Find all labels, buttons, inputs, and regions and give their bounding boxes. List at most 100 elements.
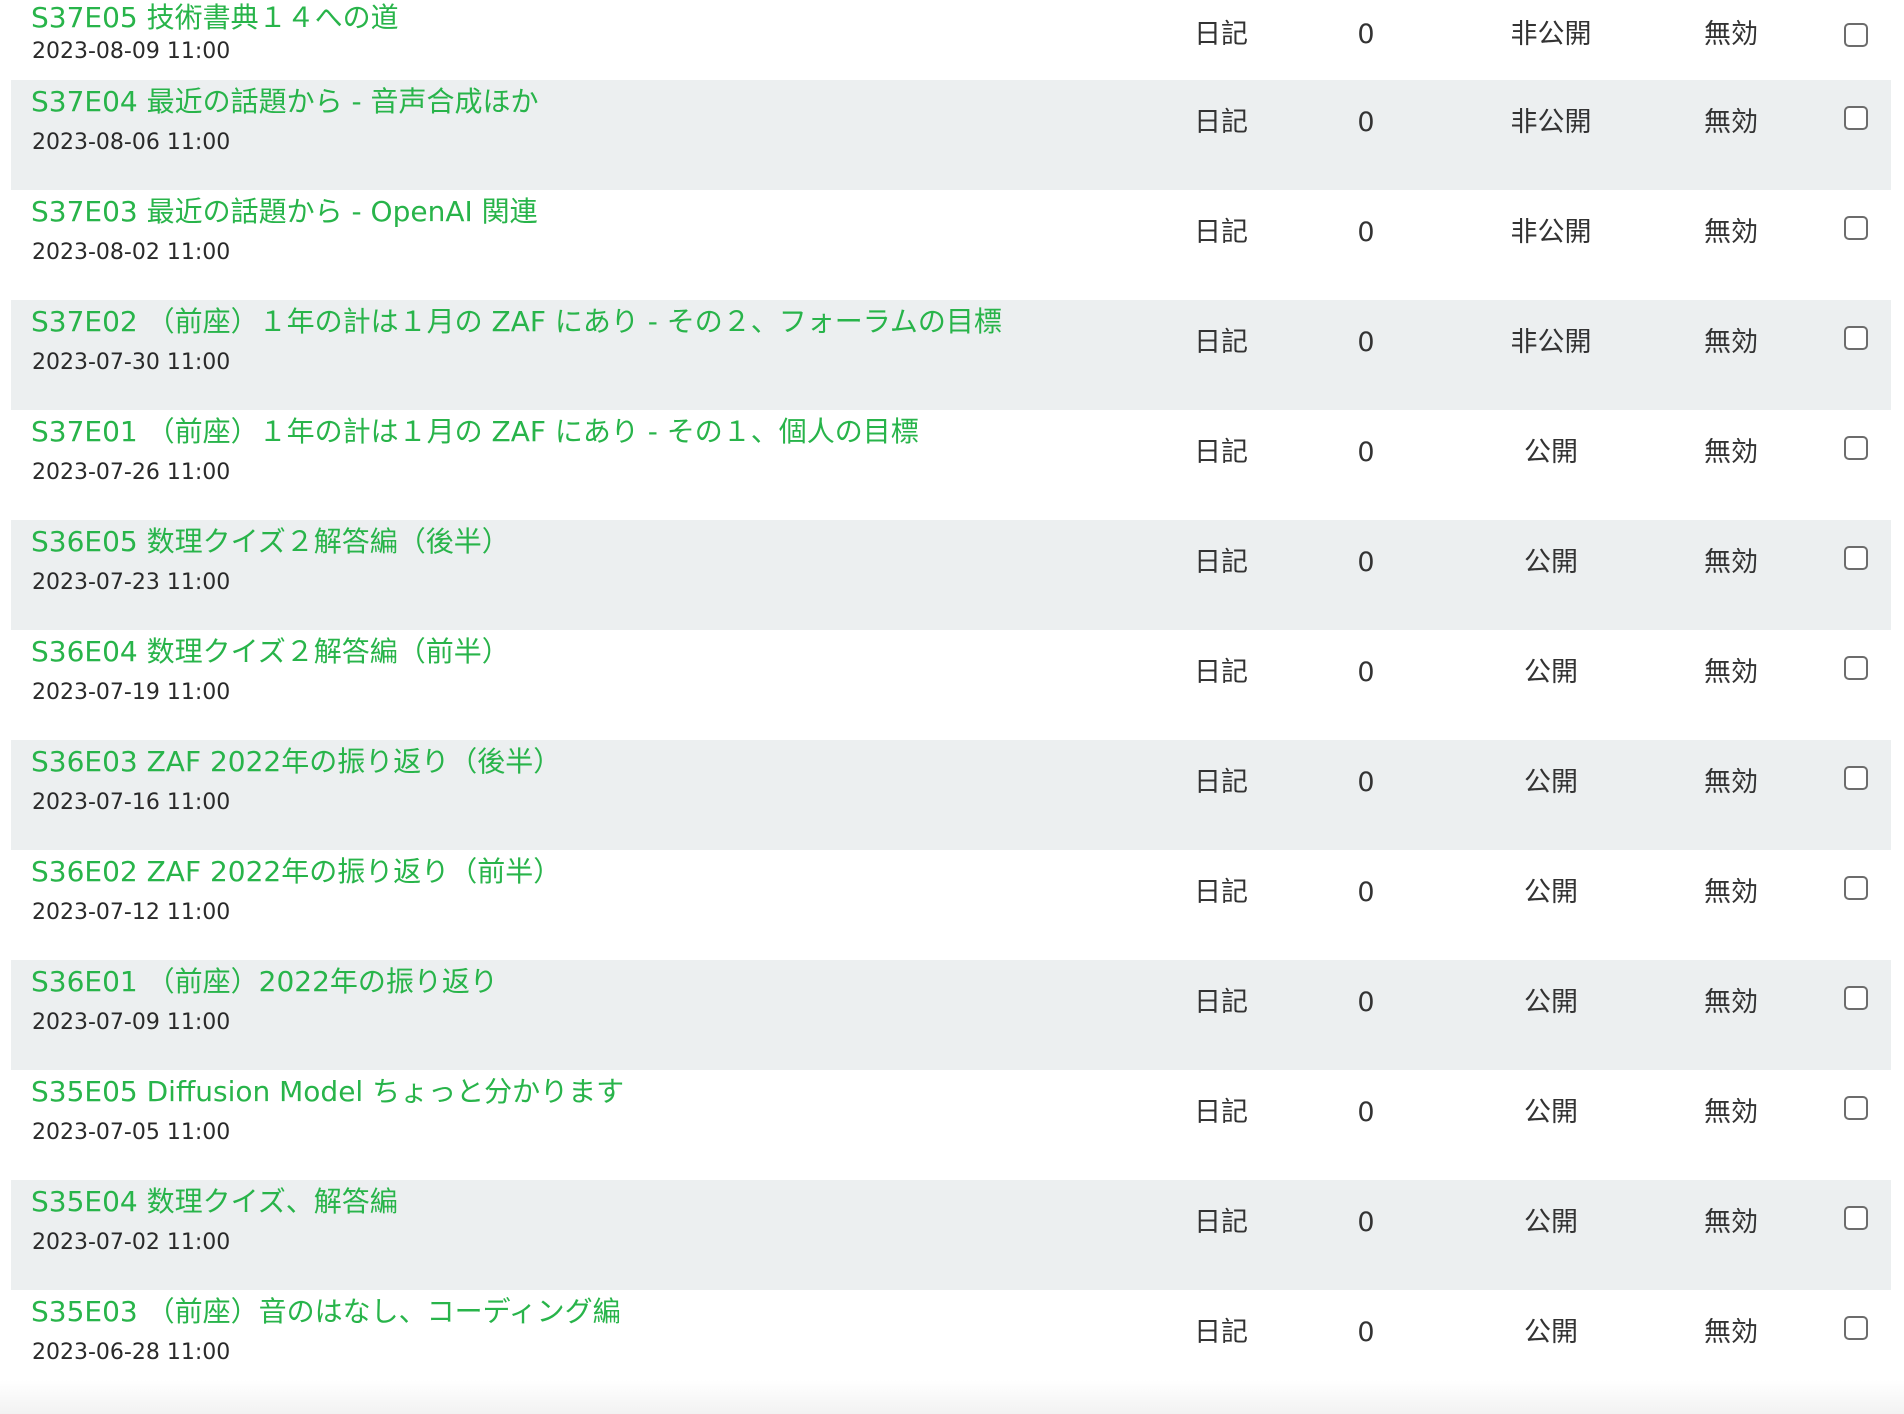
post-visibility: 非公開 — [1510, 327, 1592, 358]
post-list: S37E05 技術書典１４への道 2023-08-09 11:00 日記 0 非… — [11, 0, 1891, 1400]
post-title-link[interactable]: S37E04 最近の話題から - 音声合成ほか — [31, 84, 539, 120]
post-title-link[interactable]: S37E02 （前座）１年の計は１月の ZAF にあり - その２、フォーラムの… — [31, 304, 1002, 340]
row-select-checkbox[interactable] — [1844, 1096, 1868, 1120]
table-row: S35E05 Diffusion Model ちょっと分かります 2023-07… — [11, 1070, 1891, 1180]
row-select-checkbox[interactable] — [1844, 656, 1868, 680]
table-row: S36E05 数理クイズ２解答編（後半） 2023-07-23 11:00 日記… — [11, 520, 1891, 630]
row-select-checkbox[interactable] — [1844, 766, 1868, 790]
table-row: S37E04 最近の話題から - 音声合成ほか 2023-08-06 11:00… — [11, 80, 1891, 190]
post-count: 0 — [1357, 217, 1375, 248]
post-visibility: 公開 — [1524, 767, 1578, 798]
post-date: 2023-08-02 11:00 — [32, 240, 231, 265]
row-select-checkbox[interactable] — [1844, 876, 1868, 900]
table-row: S37E01 （前座）１年の計は１月の ZAF にあり - その１、個人の目標 … — [11, 410, 1891, 520]
post-category: 日記 — [1194, 107, 1248, 138]
post-title-link[interactable]: S36E04 数理クイズ２解答編（前半） — [31, 634, 510, 670]
post-category: 日記 — [1194, 1317, 1248, 1348]
table-row: S37E03 最近の話題から - OpenAI 関連 2023-08-02 11… — [11, 190, 1891, 300]
post-status: 無効 — [1704, 1207, 1758, 1238]
post-title-link[interactable]: S37E01 （前座）１年の計は１月の ZAF にあり - その１、個人の目標 — [31, 414, 919, 450]
post-category: 日記 — [1194, 767, 1248, 798]
post-status: 無効 — [1704, 767, 1758, 798]
row-select-checkbox[interactable] — [1844, 1316, 1868, 1340]
post-status: 無効 — [1704, 877, 1758, 908]
table-row: S36E02 ZAF 2022年の振り返り（前半） 2023-07-12 11:… — [11, 850, 1891, 960]
post-status: 無効 — [1704, 657, 1758, 688]
post-visibility: 非公開 — [1510, 107, 1592, 138]
post-category: 日記 — [1194, 437, 1248, 468]
post-count: 0 — [1357, 327, 1375, 358]
row-select-checkbox[interactable] — [1844, 216, 1868, 240]
post-count: 0 — [1357, 437, 1375, 468]
post-count: 0 — [1357, 547, 1375, 578]
post-title-link[interactable]: S36E02 ZAF 2022年の振り返り（前半） — [31, 854, 561, 890]
post-count: 0 — [1357, 1097, 1375, 1128]
table-row: S36E04 数理クイズ２解答編（前半） 2023-07-19 11:00 日記… — [11, 630, 1891, 740]
row-select-checkbox[interactable] — [1844, 546, 1868, 570]
post-date: 2023-07-09 11:00 — [32, 1010, 231, 1035]
post-date: 2023-06-28 11:00 — [32, 1340, 231, 1365]
post-date: 2023-08-06 11:00 — [32, 130, 231, 155]
post-date: 2023-07-02 11:00 — [32, 1230, 231, 1255]
post-status: 無効 — [1704, 217, 1758, 248]
post-category: 日記 — [1194, 987, 1248, 1018]
post-title-link[interactable]: S36E03 ZAF 2022年の振り返り（後半） — [31, 744, 561, 780]
post-status: 無効 — [1704, 987, 1758, 1018]
post-status: 無効 — [1704, 19, 1758, 50]
post-category: 日記 — [1194, 657, 1248, 688]
post-title-link[interactable]: S37E05 技術書典１４への道 — [31, 0, 399, 36]
row-select-checkbox[interactable] — [1844, 106, 1868, 130]
post-count: 0 — [1357, 19, 1375, 50]
post-date: 2023-07-30 11:00 — [32, 350, 231, 375]
post-visibility: 公開 — [1524, 657, 1578, 688]
post-category: 日記 — [1194, 19, 1248, 50]
post-title-link[interactable]: S35E05 Diffusion Model ちょっと分かります — [31, 1074, 624, 1110]
post-visibility: 非公開 — [1510, 19, 1592, 50]
post-title-link[interactable]: S35E03 （前座）音のはなし、コーディング編 — [31, 1294, 621, 1330]
post-status: 無効 — [1704, 437, 1758, 468]
post-category: 日記 — [1194, 217, 1248, 248]
post-visibility: 公開 — [1524, 987, 1578, 1018]
post-date: 2023-07-16 11:00 — [32, 790, 231, 815]
post-visibility: 公開 — [1524, 547, 1578, 578]
post-category: 日記 — [1194, 877, 1248, 908]
post-count: 0 — [1357, 657, 1375, 688]
post-date: 2023-08-09 11:00 — [32, 39, 231, 64]
post-title-link[interactable]: S35E04 数理クイズ、解答編 — [31, 1184, 398, 1220]
post-count: 0 — [1357, 1317, 1375, 1348]
post-category: 日記 — [1194, 1207, 1248, 1238]
post-visibility: 公開 — [1524, 1317, 1578, 1348]
post-category: 日記 — [1194, 547, 1248, 578]
post-status: 無効 — [1704, 107, 1758, 138]
post-count: 0 — [1357, 1207, 1375, 1238]
post-status: 無効 — [1704, 547, 1758, 578]
row-select-checkbox[interactable] — [1844, 986, 1868, 1010]
post-category: 日記 — [1194, 1097, 1248, 1128]
post-title-link[interactable]: S36E01 （前座）2022年の振り返り — [31, 964, 498, 1000]
post-date: 2023-07-23 11:00 — [32, 570, 231, 595]
post-status: 無効 — [1704, 327, 1758, 358]
post-count: 0 — [1357, 107, 1375, 138]
post-title-link[interactable]: S36E05 数理クイズ２解答編（後半） — [31, 524, 510, 560]
post-status: 無効 — [1704, 1317, 1758, 1348]
table-row: S37E02 （前座）１年の計は１月の ZAF にあり - その２、フォーラムの… — [11, 300, 1891, 410]
post-date: 2023-07-19 11:00 — [32, 680, 231, 705]
post-status: 無効 — [1704, 1097, 1758, 1128]
post-visibility: 公開 — [1524, 1097, 1578, 1128]
post-count: 0 — [1357, 877, 1375, 908]
row-select-checkbox[interactable] — [1844, 326, 1868, 350]
post-date: 2023-07-05 11:00 — [32, 1120, 231, 1145]
post-visibility: 公開 — [1524, 437, 1578, 468]
table-row: S36E01 （前座）2022年の振り返り 2023-07-09 11:00 日… — [11, 960, 1891, 1070]
post-category: 日記 — [1194, 327, 1248, 358]
row-select-checkbox[interactable] — [1844, 23, 1868, 47]
table-row: S35E04 数理クイズ、解答編 2023-07-02 11:00 日記 0 公… — [11, 1180, 1891, 1290]
post-count: 0 — [1357, 767, 1375, 798]
post-title-link[interactable]: S37E03 最近の話題から - OpenAI 関連 — [31, 194, 538, 230]
post-visibility: 公開 — [1524, 1207, 1578, 1238]
row-select-checkbox[interactable] — [1844, 436, 1868, 460]
post-date: 2023-07-12 11:00 — [32, 900, 231, 925]
post-visibility: 非公開 — [1510, 217, 1592, 248]
post-count: 0 — [1357, 987, 1375, 1018]
row-select-checkbox[interactable] — [1844, 1206, 1868, 1230]
